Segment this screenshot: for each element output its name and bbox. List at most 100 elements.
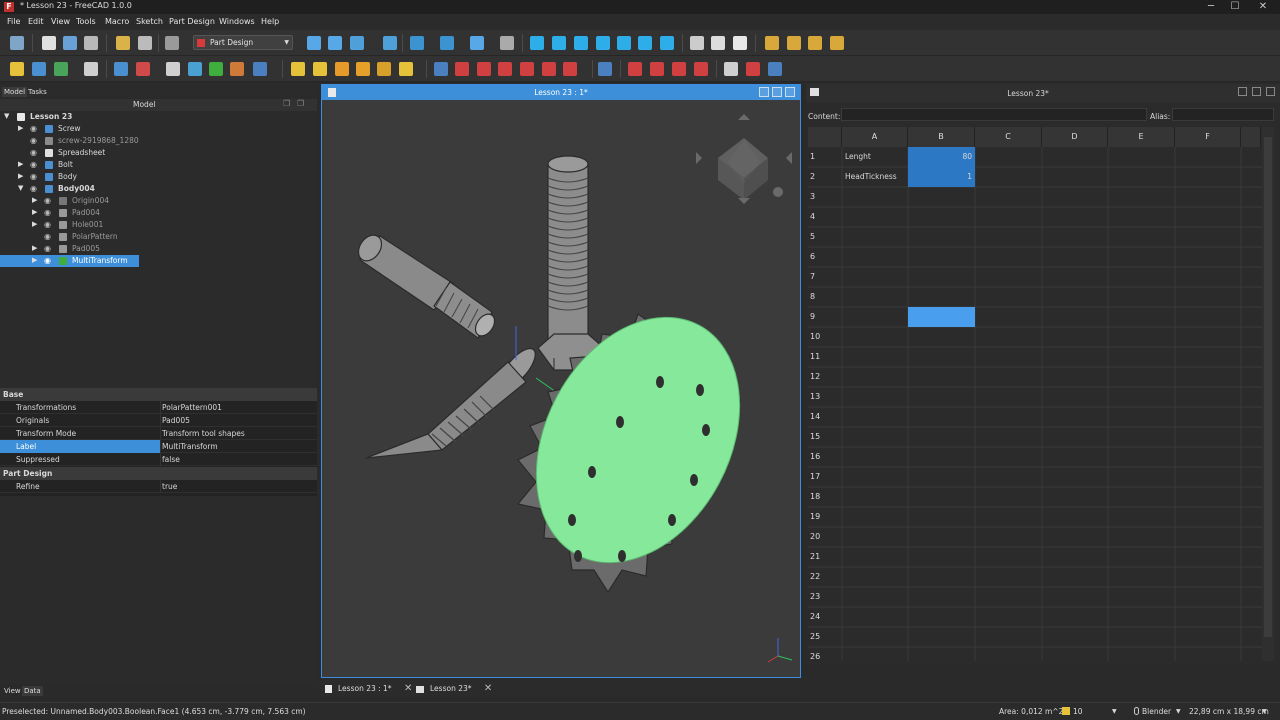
visibility-eye-icon[interactable]: ◉ (44, 196, 51, 205)
content-input[interactable] (841, 108, 1147, 121)
std-views-icon[interactable] (410, 36, 424, 50)
datum-plane-icon[interactable] (166, 62, 180, 76)
open-document-icon[interactable] (63, 36, 77, 50)
close-sheet-button[interactable] (1266, 87, 1275, 96)
create-part-icon[interactable] (32, 62, 46, 76)
property-row-selected[interactable]: Label MultiTransform (0, 440, 317, 453)
expressions-icon[interactable] (84, 62, 98, 76)
expand-arrow-icon[interactable]: ▶ (32, 208, 37, 216)
close-view-button[interactable] (785, 87, 795, 97)
menu-sketch[interactable]: Sketch (136, 17, 163, 26)
expand-arrow-icon[interactable]: ▶ (18, 160, 23, 168)
property-row[interactable]: Transformations PolarPattern001 (0, 401, 317, 414)
validate-sketch-icon[interactable] (136, 62, 150, 76)
row-header[interactable]: 9 (806, 307, 840, 327)
tree-item-screw[interactable]: ▶ ◉ Screw (0, 123, 317, 135)
minimize-view-button[interactable] (759, 87, 769, 97)
sleeve-model[interactable] (354, 231, 499, 340)
tree-item-lesson23[interactable]: ▼ Lesson 23 (0, 111, 317, 123)
view-bottom-icon[interactable] (638, 36, 652, 50)
subtractive-helix-icon[interactable] (542, 62, 556, 76)
sheet-vertical-scrollbar[interactable] (1262, 127, 1274, 661)
menu-file[interactable]: File (7, 17, 20, 26)
expand-arrow-icon[interactable]: ▶ (32, 256, 37, 264)
3d-view-window[interactable]: Lesson 23 : 1* (321, 84, 801, 678)
loft-icon[interactable] (335, 62, 349, 76)
visibility-eye-icon[interactable]: ◉ (44, 232, 51, 241)
tab-model[interactable]: Model (2, 87, 28, 97)
tab-data[interactable]: Data (22, 686, 43, 696)
shape-binder-icon[interactable] (253, 62, 267, 76)
pocket-icon[interactable] (434, 62, 448, 76)
close-tab-icon[interactable]: ✕ (484, 683, 492, 694)
property-row[interactable]: Transform Mode Transform tool shapes (0, 427, 317, 440)
pad-icon[interactable] (291, 62, 305, 76)
column-header-d[interactable]: D (1042, 127, 1108, 147)
copy-icon[interactable] (711, 36, 725, 50)
row-header[interactable]: 23 (806, 587, 840, 607)
visibility-eye-icon[interactable]: ◉ (44, 220, 51, 229)
sheet-grid[interactable] (808, 147, 1262, 661)
cell-b9-selected[interactable] (908, 307, 975, 327)
collapse-arrow-icon[interactable]: ▼ (4, 112, 9, 120)
column-header-a[interactable]: A (842, 127, 908, 147)
visibility-eye-icon[interactable]: ◉ (30, 148, 37, 157)
macro-record-icon[interactable] (765, 36, 779, 50)
close-button[interactable]: ✕ (1252, 0, 1274, 14)
row-header[interactable]: 14 (806, 407, 840, 427)
tree-item-multitransform[interactable]: ▶ ◉ MultiTransform (0, 255, 317, 267)
minimize-button[interactable]: ─ (1200, 0, 1222, 14)
menu-help[interactable]: Help (261, 17, 279, 26)
3d-scene[interactable] (322, 100, 800, 677)
visibility-eye-icon[interactable]: ◉ (44, 208, 51, 217)
maximize-button[interactable]: ☐ (1224, 0, 1246, 14)
tree-item-polarpattern[interactable]: ◉ PolarPattern (0, 231, 317, 243)
create-sketch-icon[interactable] (114, 62, 128, 76)
row-header[interactable]: 17 (806, 467, 840, 487)
tree-item-pad004[interactable]: ▶ ◉ Pad004 (0, 207, 317, 219)
tree-item-body004[interactable]: ▼ ◉ Body004 (0, 183, 317, 195)
row-header[interactable]: 24 (806, 607, 840, 627)
nav-arrow-right-icon[interactable] (786, 152, 792, 164)
row-header[interactable]: 6 (806, 247, 840, 267)
subtractive-pipe-icon[interactable] (520, 62, 534, 76)
subtractive-loft-icon[interactable] (498, 62, 512, 76)
linear-pattern-icon[interactable] (650, 62, 664, 76)
maximize-view-button[interactable] (772, 87, 782, 97)
row-header[interactable]: 26 (806, 647, 840, 667)
cut-icon[interactable] (690, 36, 704, 50)
tree-item-hole001[interactable]: ▶ ◉ Hole001 (0, 219, 317, 231)
hole-icon[interactable] (455, 62, 469, 76)
navigation-cube[interactable] (696, 114, 792, 204)
row-header[interactable]: 16 (806, 447, 840, 467)
menu-macro[interactable]: Macro (105, 17, 129, 26)
minimize-sheet-button[interactable] (1238, 87, 1247, 96)
row-header[interactable]: 4 (806, 207, 840, 227)
view-left-icon[interactable] (660, 36, 674, 50)
expand-arrow-icon[interactable]: ▶ (32, 196, 37, 204)
expand-arrow-icon[interactable]: ▶ (18, 124, 23, 132)
view-right-icon[interactable] (596, 36, 610, 50)
chevron-down-icon[interactable]: ▼ (1262, 708, 1267, 715)
doc-tab-spreadsheet[interactable]: Lesson 23* ✕ (416, 681, 492, 697)
row-header[interactable]: 3 (806, 187, 840, 207)
view-top-icon[interactable] (574, 36, 588, 50)
nav-arrow-down-icon[interactable] (738, 198, 750, 204)
visibility-eye-icon[interactable]: ◉ (30, 160, 37, 169)
row-header[interactable]: 13 (806, 387, 840, 407)
nav-arrow-left-icon[interactable] (696, 152, 702, 164)
view-rear-icon[interactable] (617, 36, 631, 50)
property-row[interactable]: Refine true (0, 480, 317, 493)
visibility-eye-icon[interactable]: ◉ (30, 136, 37, 145)
fillet-icon[interactable] (724, 62, 738, 76)
zoom-icon[interactable] (470, 36, 484, 50)
multitransform-icon[interactable] (694, 62, 708, 76)
view-front-icon[interactable] (552, 36, 566, 50)
tab-tasks[interactable]: Tasks (26, 87, 49, 97)
visibility-eye-icon[interactable]: ◉ (44, 256, 51, 265)
grid-size[interactable]: 10 (1073, 707, 1083, 716)
column-header-f[interactable]: F (1175, 127, 1241, 147)
measure-icon[interactable] (440, 36, 454, 50)
row-header[interactable]: 12 (806, 367, 840, 387)
nav-menu-icon[interactable] (773, 187, 783, 197)
